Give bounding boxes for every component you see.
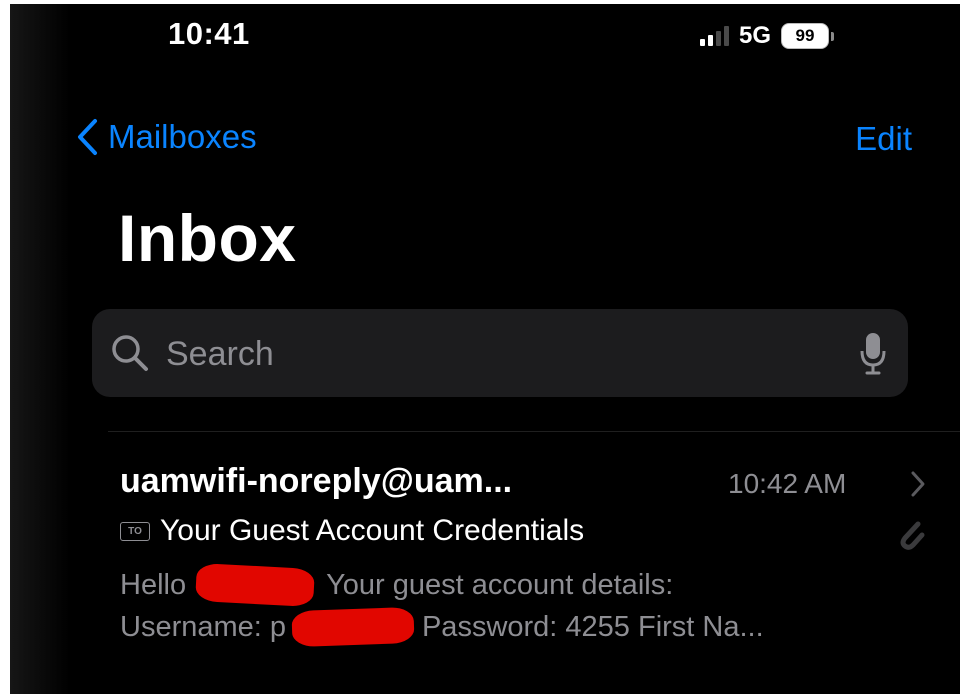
message-time: 10:42 AM — [728, 468, 847, 499]
paperclip-icon — [900, 521, 925, 550]
preview-line2-text: Password: 4255 First Na... — [421, 611, 764, 643]
preview-username-label: Username: — [120, 611, 262, 643]
preview-line-2: Username: p Password: 4255 First Na... — [120, 606, 920, 648]
list-divider — [108, 431, 960, 432]
network-type: 5G — [739, 22, 772, 49]
preview-line1-text: Your guest account details: — [326, 569, 674, 601]
search-icon — [112, 335, 148, 371]
message-subject-row: TO Your Guest Account Credentials — [120, 514, 584, 548]
chevron-left-icon — [78, 119, 97, 155]
back-button-label: Mailboxes — [108, 118, 257, 155]
chevron-right-icon — [911, 471, 925, 497]
message-subject: Your Guest Account Credentials — [160, 514, 585, 547]
search-input[interactable] — [164, 323, 828, 385]
edit-button[interactable]: Edit — [855, 114, 912, 164]
redaction-mark — [195, 562, 316, 608]
search-bar[interactable] — [92, 309, 908, 397]
mail-app-screen: 10:41 5G 99 Mailboxes Edit Inbox Search … — [10, 4, 960, 694]
message-row[interactable]: uamwifi-noreply@uam... 10:42 AM TO Your … — [108, 444, 938, 684]
cellular-signal-icon — [700, 26, 729, 46]
back-to-mailboxes-button[interactable]: Mailboxes — [76, 112, 257, 162]
battery-icon: 99 — [781, 23, 835, 49]
redaction-mark — [291, 606, 415, 648]
microphone-icon[interactable] — [860, 331, 886, 375]
to-badge: TO — [120, 521, 150, 541]
page-title: Inbox — [118, 201, 297, 275]
battery-level: 99 — [781, 23, 830, 49]
status-time: 10:41 — [168, 16, 250, 51]
preview-username-partial: p — [269, 611, 286, 643]
preview-greeting: Hello — [120, 569, 187, 601]
message-preview: Hello Your guest account details: Userna… — [120, 562, 920, 648]
preview-line-1: Hello Your guest account details: — [120, 562, 920, 608]
message-sender: uamwifi-noreply@uam... — [120, 462, 513, 500]
status-indicators: 5G 99 — [700, 20, 835, 52]
